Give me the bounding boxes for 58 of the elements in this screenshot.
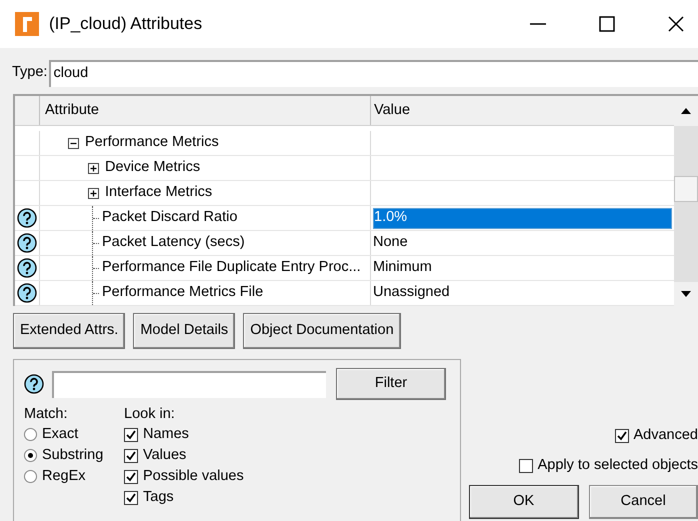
- ok-button[interactable]: OK: [469, 484, 578, 518]
- checkbox[interactable]: [124, 470, 138, 484]
- attribute-name: Packet Latency (secs): [102, 233, 245, 252]
- look-in-label: Look in:: [124, 405, 176, 424]
- attribute-value[interactable]: Unassigned: [373, 282, 672, 304]
- help-icon[interactable]: [17, 233, 37, 253]
- type-field[interactable]: cloud: [49, 60, 698, 86]
- match-label: Match:: [24, 405, 69, 424]
- collapse-icon[interactable]: [68, 138, 79, 148]
- attribute-value[interactable]: None: [373, 232, 672, 254]
- help-icon[interactable]: [17, 258, 37, 278]
- attribute-name: Performance Metrics File: [102, 283, 264, 302]
- button[interactable]: Extended Attrs.: [13, 313, 126, 349]
- attribute-name: Performance File Duplicate Entry Proc...: [102, 258, 361, 278]
- group-label[interactable]: Device Metrics: [105, 157, 200, 179]
- checkbox-label[interactable]: Apply to selected objects: [538, 454, 698, 476]
- help-icon[interactable]: [17, 208, 37, 228]
- cancel-button[interactable]: Cancel: [588, 484, 698, 518]
- scroll-up-icon[interactable]: [681, 108, 691, 114]
- radio-button[interactable]: [24, 428, 37, 441]
- checkbox[interactable]: [124, 490, 138, 504]
- help-icon[interactable]: [17, 283, 37, 303]
- window-title: (IP_cloud) Attributes: [49, 13, 202, 36]
- filter-button[interactable]: Filter: [336, 368, 446, 400]
- column-header[interactable]: Value: [371, 96, 674, 125]
- checkbox[interactable]: [614, 428, 628, 443]
- button[interactable]: Object Documentation: [243, 313, 401, 349]
- type-label: Type:: [12, 63, 48, 82]
- group-label[interactable]: Interface Metrics: [105, 182, 212, 204]
- checkbox-label[interactable]: Advanced: [634, 425, 698, 447]
- radio-button[interactable]: [24, 470, 37, 483]
- close-icon[interactable]: [668, 16, 684, 32]
- scroll-thumb[interactable]: [674, 176, 698, 202]
- attribute-name: Packet Discard Ratio: [102, 208, 238, 228]
- radio-button[interactable]: [24, 449, 37, 462]
- group-label[interactable]: Performance Metrics: [85, 132, 219, 154]
- radio-label[interactable]: Substring: [42, 444, 104, 466]
- scroll-down-icon[interactable]: [681, 291, 691, 297]
- filter-field[interactable]: [52, 370, 326, 398]
- radio-label[interactable]: Exact: [42, 424, 78, 446]
- expand-icon[interactable]: [88, 162, 99, 174]
- checkbox-label[interactable]: Possible values: [143, 466, 244, 488]
- scrollbar[interactable]: [674, 96, 698, 306]
- checkbox[interactable]: [518, 458, 533, 473]
- checkbox[interactable]: [124, 428, 138, 442]
- app-logo-icon: [15, 12, 39, 36]
- radio-label[interactable]: RegEx: [42, 466, 86, 488]
- checkbox-label[interactable]: Values: [143, 444, 186, 466]
- column-header[interactable]: Attribute: [40, 96, 371, 125]
- maximize-icon[interactable]: [599, 16, 615, 32]
- button[interactable]: Model Details: [133, 313, 236, 349]
- expand-icon[interactable]: [88, 188, 99, 198]
- help-icon[interactable]: [24, 374, 44, 394]
- checkbox-label[interactable]: Tags: [143, 486, 174, 508]
- checkbox[interactable]: [124, 448, 138, 462]
- selected-value[interactable]: 1.0%: [373, 208, 672, 228]
- attribute-value[interactable]: Minimum: [373, 257, 672, 279]
- checkbox-label[interactable]: Names: [143, 424, 189, 446]
